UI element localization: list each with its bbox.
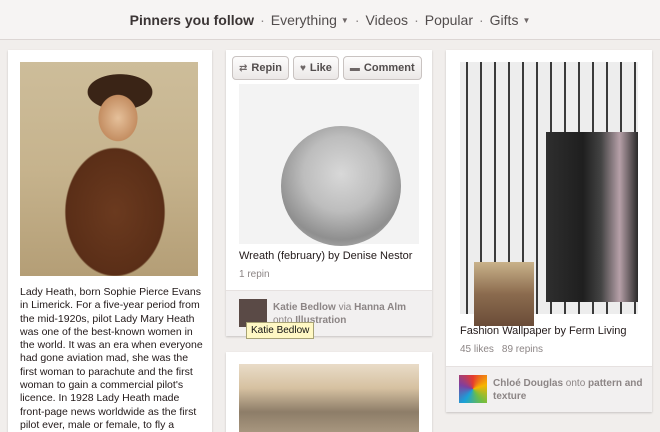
pin-title: Wreath (february) by Denise Nestor (239, 250, 413, 262)
repin-label: Repin (251, 62, 282, 74)
nav-separator: · (414, 11, 419, 28)
pin-actions: ⇄ Repin ♥ Like ▬ Comment (232, 56, 422, 80)
repin-icon: ⇄ (239, 62, 248, 74)
pin-card-lady-heath: Lady Heath, born Sophie Pierce Evans in … (8, 50, 212, 432)
onto-word: onto (565, 378, 586, 389)
attribution-text: Chloé Douglas onto pattern and texture (493, 377, 643, 403)
pinner-link[interactable]: Chloé Douglas (493, 378, 563, 389)
caret-down-icon: ▼ (522, 15, 531, 25)
nav-separator: · (479, 11, 484, 28)
nav-popular[interactable]: Popular (425, 12, 473, 28)
comment-icon: ▬ (349, 62, 360, 74)
heart-icon: ♥ (299, 62, 306, 74)
wreath-illustration (281, 126, 401, 246)
nav-gifts-label: Gifts (489, 11, 519, 28)
stacked-suitcases (474, 262, 534, 326)
pin-repin-count: 89 repins (501, 344, 544, 355)
nav-gifts[interactable]: Gifts ▼ (490, 12, 531, 28)
pin-description: Lady Heath, born Sophie Pierce Evans in … (20, 286, 203, 431)
avatar[interactable] (459, 375, 487, 403)
pin-card-fashion-wallpaper: Fashion Wallpaper by Ferm Living 45 like… (446, 50, 652, 412)
pinner-link[interactable]: Katie Bedlow (273, 302, 336, 313)
pin-repin-count: 1 repin (239, 269, 270, 280)
clothing-rack (546, 132, 638, 302)
pin-card-wreath: ⇄ Repin ♥ Like ▬ Comment Wreath (february) … (226, 50, 432, 336)
tooltip: Katie Bedlow (246, 322, 315, 339)
pin-image-fashion-wallpaper[interactable] (460, 62, 638, 326)
like-label: Like (309, 62, 332, 74)
via-word: via (338, 302, 352, 313)
pin-image-house[interactable] (239, 364, 419, 432)
pin-attribution: Chloé Douglas onto pattern and texture (446, 366, 652, 412)
pin-stats: 45 likes 89 repins (460, 344, 543, 355)
like-button[interactable]: ♥ Like (292, 56, 339, 80)
nav-separator: · (354, 11, 360, 28)
nav-pinners-you-follow[interactable]: Pinners you follow (130, 12, 254, 28)
pin-card-house (226, 352, 432, 432)
nav-separator: · (260, 11, 265, 28)
nav-everything[interactable]: Everything ▼ (271, 12, 349, 28)
nav-everything-label: Everything (270, 11, 337, 28)
nav-videos[interactable]: Videos (366, 12, 409, 28)
pin-image-lady-heath[interactable] (20, 62, 198, 276)
repin-button[interactable]: ⇄ Repin (232, 56, 289, 80)
pin-image-wreath[interactable] (239, 84, 419, 246)
comment-button[interactable]: ▬ Comment (342, 56, 422, 80)
pin-like-count: 45 likes (460, 344, 494, 355)
pin-title: Fashion Wallpaper by Ferm Living (460, 325, 627, 337)
category-nav: Pinners you follow · Everything ▼ · Video… (0, 0, 660, 40)
comment-label: Comment (363, 62, 415, 74)
via-user-link[interactable]: Hanna Alm (354, 302, 406, 313)
caret-down-icon: ▼ (340, 15, 349, 25)
